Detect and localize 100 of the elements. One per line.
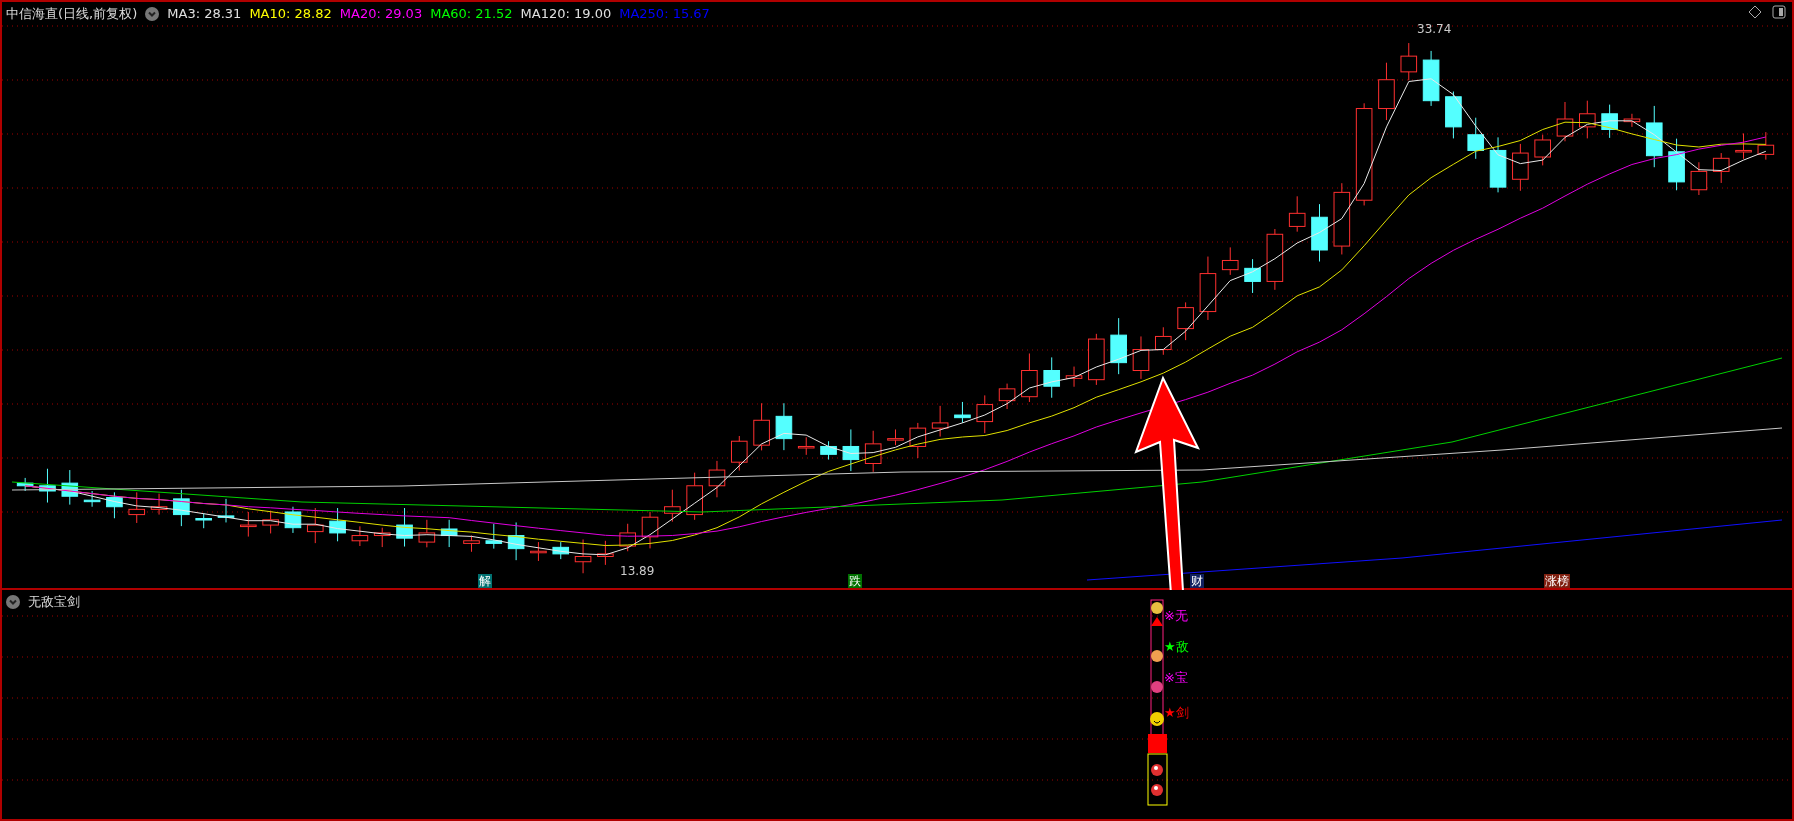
candlestick [864,430,882,473]
candlestick [1534,134,1551,166]
event-tag: 涨榜 [1544,574,1570,588]
candlestick [106,491,123,519]
candlestick [1735,132,1752,160]
candlestick [753,402,770,451]
signal-label: ※宝 [1164,669,1188,687]
candlestick [931,405,949,437]
dropdown-icon[interactable] [145,6,160,21]
candlestick [1244,258,1261,294]
candlestick [418,519,436,548]
candlestick [909,422,927,459]
signal-label: ※无 [1164,607,1188,625]
candlestick [284,506,302,534]
candlestick [574,538,592,574]
candlestick [1110,317,1127,375]
price-label: 33.74 [1417,21,1452,38]
ball-icon [1151,764,1163,776]
candlestick [217,498,235,523]
candlestick [619,523,636,552]
event-tag: 跌 [848,574,862,588]
signal-label: ★敌 [1164,638,1189,656]
candlestick [1266,228,1284,291]
candlestick [1177,301,1194,341]
signal-block [1148,734,1167,753]
candlestick [1712,152,1730,184]
candlestick [998,383,1016,410]
indicator-value: MA3: 28.31 [167,5,242,23]
candlestick [173,489,190,527]
candlestick [507,521,525,561]
candlestick [1400,42,1418,81]
candlestick [1645,105,1663,168]
price-label: 13.89 [620,563,655,580]
indicator-title: 无敌宝剑 [28,593,80,611]
candlestick [530,541,547,562]
candlestick [262,510,279,534]
indicator-value: MA60: 21.52 [430,5,513,23]
candlestick [820,440,837,461]
candlestick [597,540,614,566]
candlestick [1132,335,1150,380]
candlestick [1601,104,1618,139]
indicator-value: MA10: 28.82 [249,5,332,23]
candlestick [463,535,480,553]
candlestick [842,428,860,472]
triangle-icon [1151,617,1163,626]
signal-box [1147,753,1168,806]
candlestick [396,507,413,548]
candlestick [1668,138,1685,191]
candlestick [730,435,748,472]
candlestick [954,401,971,424]
ball-icon [1151,784,1163,796]
candlestick [1467,117,1485,160]
candlestick [1556,101,1574,142]
indicator-value: MA120: 19.00 [520,5,612,23]
candlestick [708,460,726,498]
candlestick [1021,353,1038,403]
candlestick [1512,143,1529,192]
candlestick [83,490,101,508]
candlestick [775,402,793,451]
candlestick [150,493,168,516]
candlestick [1445,91,1462,139]
candlestick [1199,256,1217,321]
signal-label: ★剑 [1164,704,1189,722]
event-tag: 解 [478,574,492,588]
diamond-icon[interactable] [1748,5,1762,19]
candlestick [797,436,815,456]
candlestick [1690,161,1708,196]
event-tag: 财 [1190,574,1204,588]
panel-toggle-icon[interactable] [1772,5,1786,19]
candlestick [1489,136,1507,193]
candlestick [1065,366,1083,388]
candlestick [1155,326,1172,356]
candlestick [195,512,212,529]
candlestick [1288,195,1306,233]
candlestick [1088,333,1105,386]
candlestick [887,428,904,446]
smiley-icon [1150,712,1164,726]
indicator-value: MA20: 29.03 [339,5,423,23]
candlestick [1422,50,1440,107]
candlestick [306,507,324,544]
candlestick [1378,62,1395,121]
candlestick [240,511,257,538]
candlestick [1221,246,1239,276]
candlestick [976,394,994,434]
candlestick [1757,131,1775,161]
candlestick [16,477,34,492]
candlestick [552,541,570,560]
candlestick [1311,203,1328,263]
candlestick [440,519,458,548]
candlestick [641,511,659,549]
candlestick [1579,100,1596,139]
candlestick [329,507,346,542]
stock-title: 中信海直(日线,前复权) [6,5,138,23]
candlestick [128,491,146,524]
dropdown-icon[interactable] [6,594,20,609]
candlestick [373,527,391,548]
candlestick [664,489,681,523]
candlestick [39,468,56,504]
candlestick [61,469,79,506]
candlestick [686,472,703,521]
